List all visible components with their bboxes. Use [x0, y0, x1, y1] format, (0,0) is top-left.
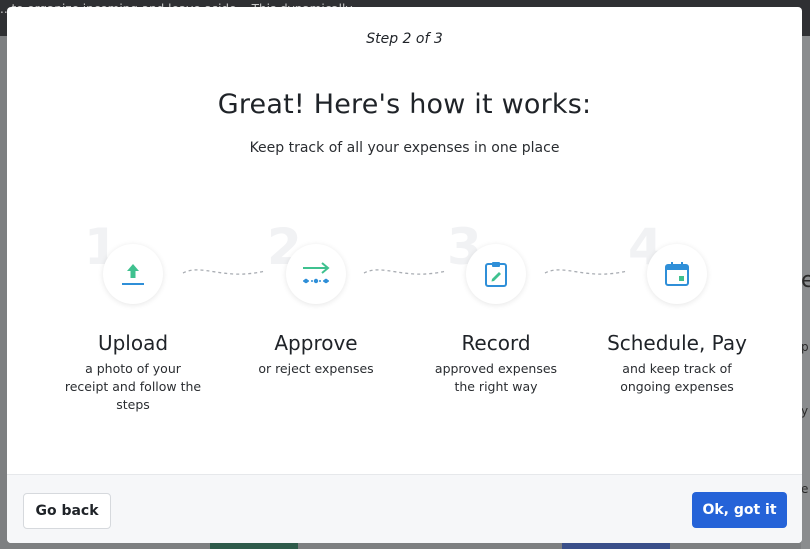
step-schedule-pay: 4 Schedule, Pay and keep track of ongoin… [592, 222, 762, 422]
ok-got-it-button[interactable]: Ok, got it [692, 492, 787, 528]
modal-title: Great! Here's how it works: [217, 89, 592, 120]
background-right-panel: e p y e [801, 36, 810, 549]
go-back-button[interactable]: Go back [23, 493, 111, 529]
step-title: Upload [97, 331, 169, 355]
step-icon-circle [103, 244, 163, 304]
step-title: Schedule, Pay [607, 331, 747, 355]
step-indicator: Step 2 of 3 [366, 31, 443, 47]
background-fragment: e [801, 268, 810, 293]
background-fragment: p [801, 340, 809, 354]
modal-subtitle: Keep track of all your expenses in one p… [249, 140, 560, 156]
calendar-icon [665, 262, 689, 286]
step-record: 3 Record approved expenses the right way [411, 222, 581, 422]
approve-arrow-icon [303, 262, 330, 284]
clipboard-edit-icon [485, 262, 507, 287]
step-description: a photo of your receipt and follow the s… [64, 361, 202, 412]
modal-footer: Go back Ok, got it [7, 474, 802, 543]
background-fragment: e [801, 482, 809, 496]
step-icon-circle [647, 244, 707, 304]
step-approve: 2 Approve or reject expenses [231, 222, 401, 422]
step-title: Approve [274, 331, 358, 355]
step-icon-circle [466, 244, 526, 304]
background-fragment: y [801, 404, 809, 418]
step-upload: 1 Upload a photo of your receipt and fol… [48, 222, 218, 422]
upload-icon [122, 264, 144, 285]
onboarding-modal: Step 2 of 3 Great! Here's how it works: … [7, 7, 802, 543]
step-description: approved expenses the right way [434, 361, 558, 394]
step-description: or reject expenses [258, 361, 374, 376]
step-description: and keep track of ongoing expenses [620, 361, 734, 394]
step-title: Record [461, 331, 531, 355]
step-icon-circle [286, 244, 346, 304]
